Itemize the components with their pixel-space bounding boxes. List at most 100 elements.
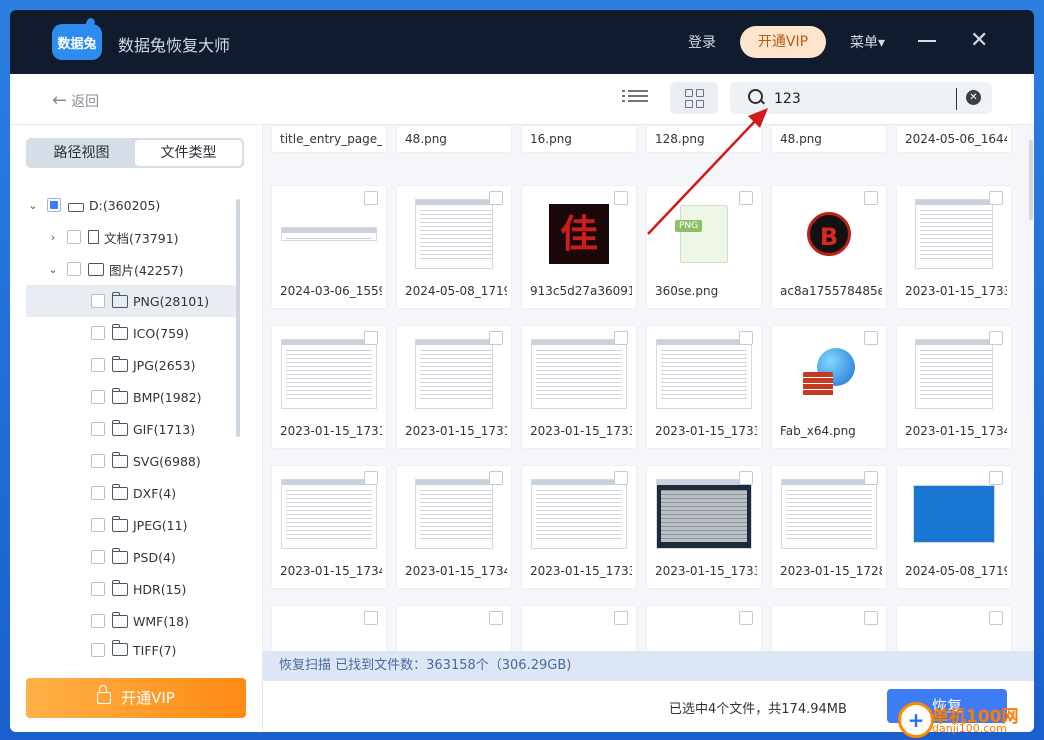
file-checkbox[interactable] [614,331,628,345]
file-checkbox[interactable] [864,471,878,485]
file-card[interactable]: 2023-01-15_1733 [646,325,762,449]
file-card[interactable]: 48.png [771,125,887,153]
file-card[interactable]: 2023-01-15_17334 [521,325,637,449]
file-checkbox[interactable] [614,611,628,625]
file-card[interactable]: 2024-03-06_15594 [271,185,387,309]
tab-path-view[interactable]: 路径视图 [28,140,135,166]
back-button[interactable]: ← 返回 [52,90,99,111]
search-input[interactable] [772,88,957,110]
file-checkbox[interactable] [864,191,878,205]
file-checkbox[interactable] [989,611,1003,625]
file-card[interactable]: 48.png [396,125,512,153]
file-checkbox[interactable] [614,191,628,205]
file-checkbox[interactable] [489,191,503,205]
file-checkbox[interactable] [989,331,1003,345]
file-checkbox[interactable] [364,331,378,345]
file-checkbox[interactable] [739,191,753,205]
grid-view-icon[interactable] [670,82,718,114]
file-card[interactable]: 2024-05-08_17190 [396,185,512,309]
file-checkbox[interactable] [864,611,878,625]
file-checkbox[interactable] [739,331,753,345]
tree-checkbox[interactable] [67,262,81,276]
tree-checkbox[interactable] [47,198,61,212]
menu-dropdown[interactable]: 菜单▾ [850,32,885,52]
file-checkbox[interactable] [364,191,378,205]
file-checkbox[interactable] [989,471,1003,485]
file-card[interactable]: 佳 913c5d27a360917 [521,185,637,309]
chevron-down-icon[interactable]: ⌄ [46,263,60,276]
tree-item-tiff[interactable]: TIFF(7) [84,637,242,663]
tree-item-jpeg[interactable]: JPEG(11) [84,509,242,541]
file-card[interactable]: PNG 360se.png [646,185,762,309]
tree-checkbox[interactable] [91,422,105,436]
file-card[interactable]: Fab_x64.png [771,325,887,449]
file-card[interactable] [771,605,887,651]
tree-item-wmf[interactable]: WMF(18) [84,605,242,637]
file-card[interactable]: 2023-01-15_17330 [896,185,1012,309]
file-card[interactable]: 2023-01-15_1734 [396,465,512,589]
tree-item-psd[interactable]: PSD(4) [84,541,242,573]
file-card[interactable]: 2023-01-15_1731 [271,325,387,449]
file-checkbox[interactable] [489,331,503,345]
tree-item-gif[interactable]: GIF(1713) [84,413,242,445]
file-checkbox[interactable] [739,471,753,485]
sidebar-scrollbar[interactable] [236,199,240,437]
tree-checkbox[interactable] [91,390,105,404]
clear-search-icon[interactable]: ✕ [966,90,981,105]
tree-item-jpg[interactable]: JPG(2653) [84,349,242,381]
tree-checkbox[interactable] [91,582,105,596]
sidebar-vip-button[interactable]: 开通VIP [26,678,246,718]
file-card[interactable] [271,605,387,651]
tree-item-ico[interactable]: ICO(759) [84,317,242,349]
file-card[interactable]: 2023-01-15_1733 [521,465,637,589]
file-card[interactable]: 128.png [646,125,762,153]
tree-checkbox[interactable] [91,486,105,500]
grid-scrollbar[interactable] [1029,140,1033,220]
file-card[interactable]: 2023-01-15_1734 [271,465,387,589]
tree-item-svg[interactable]: SVG(6988) [84,445,242,477]
file-checkbox[interactable] [364,611,378,625]
file-card[interactable]: 2023-01-15_1734 [896,325,1012,449]
file-card[interactable] [521,605,637,651]
file-card[interactable] [896,605,1012,651]
file-card[interactable]: 2023-01-15_17288 [771,465,887,589]
minimize-button[interactable] [918,40,936,42]
file-card[interactable] [396,605,512,651]
file-checkbox[interactable] [364,471,378,485]
file-checkbox[interactable] [614,471,628,485]
list-view-icon[interactable] [622,87,648,109]
file-card[interactable]: 2023-01-15_1733 [646,465,762,589]
tree-checkbox[interactable] [91,643,105,657]
file-card[interactable]: B ac8a175578485e9 [771,185,887,309]
tree-checkbox[interactable] [91,326,105,340]
login-link[interactable]: 登录 [688,32,716,52]
file-checkbox[interactable] [489,611,503,625]
tree-item-documents[interactable]: › 文档(73791) [46,221,242,253]
file-card[interactable]: title_entry_page_c [271,125,387,153]
file-card[interactable]: 2024-05-06_1644 [896,125,1012,153]
close-button[interactable]: ✕ [970,30,988,52]
chevron-right-icon[interactable]: › [46,231,60,244]
file-card[interactable]: 16.png [521,125,637,153]
open-vip-button[interactable]: 开通VIP [740,26,826,58]
file-card[interactable]: 2023-01-15_1731 [396,325,512,449]
tree-checkbox[interactable] [91,294,105,308]
file-card[interactable] [646,605,762,651]
tab-file-type[interactable]: 文件类型 [135,140,242,166]
tree-checkbox[interactable] [91,518,105,532]
tree-checkbox[interactable] [91,358,105,372]
file-checkbox[interactable] [489,471,503,485]
file-card[interactable]: 2024-05-08_1719 [896,465,1012,589]
tree-checkbox[interactable] [91,454,105,468]
tree-item-dxf[interactable]: DXF(4) [84,477,242,509]
tree-checkbox[interactable] [67,230,81,244]
tree-item-bmp[interactable]: BMP(1982) [84,381,242,413]
tree-item-drive[interactable]: ⌄ D:(360205) [26,189,236,221]
tree-item-png[interactable]: PNG(28101) [26,285,236,317]
file-checkbox[interactable] [739,611,753,625]
tree-item-pictures[interactable]: ⌄ 图片(42257) [46,253,242,285]
tree-checkbox[interactable] [91,550,105,564]
file-checkbox[interactable] [864,331,878,345]
file-checkbox[interactable] [989,191,1003,205]
chevron-down-icon[interactable]: ⌄ [26,199,40,212]
